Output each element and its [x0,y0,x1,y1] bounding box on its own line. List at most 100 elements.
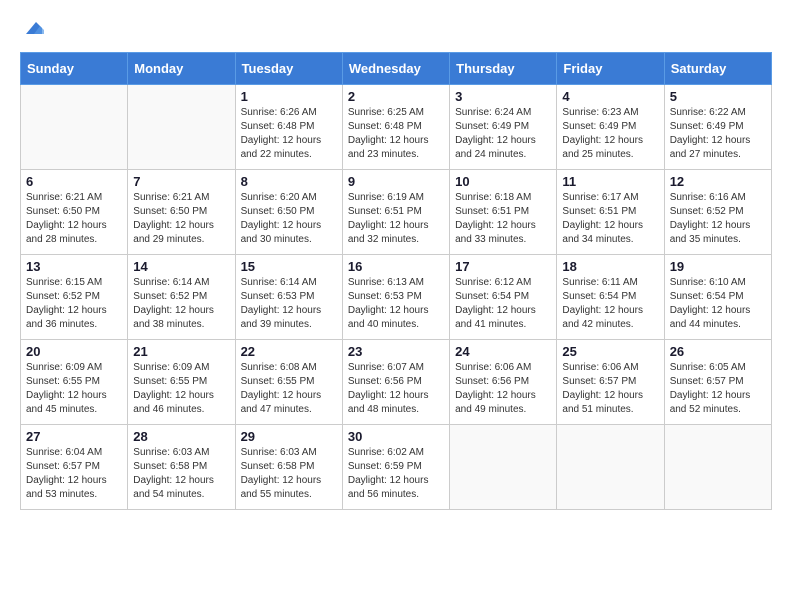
calendar-cell [557,425,664,510]
day-number: 26 [670,344,766,359]
day-info: Sunrise: 6:21 AM Sunset: 6:50 PM Dayligh… [26,191,122,247]
day-info: Sunrise: 6:08 AM Sunset: 6:55 PM Dayligh… [241,361,337,417]
day-number: 24 [455,344,551,359]
calendar-week-4: 20Sunrise: 6:09 AM Sunset: 6:55 PM Dayli… [21,340,772,425]
day-number: 23 [348,344,444,359]
calendar-cell: 24 Sunrise: 6:06 AM Sunset: 6:56 PM Dayli… [450,340,557,425]
calendar-table: SundayMondayTuesdayWednesdayThursdayFrid… [20,52,772,510]
day-info: Sunrise: 6:02 AM Sunset: 6:59 PM Dayligh… [348,446,444,502]
day-info: Sunrise: 6:03 AM Sunset: 6:58 PM Dayligh… [241,446,337,502]
calendar-week-5: 27Sunrise: 6:04 AM Sunset: 6:57 PM Dayli… [21,425,772,510]
day-info: Sunrise: 6:12 AM Sunset: 6:54 PM Dayligh… [455,276,551,332]
day-number: 5 [670,89,766,104]
day-info: Sunrise: 6:11 AM Sunset: 6:54 PM Dayligh… [562,276,658,332]
day-number: 16 [348,259,444,274]
calendar-cell [128,85,235,170]
day-info: Sunrise: 6:10 AM Sunset: 6:54 PM Dayligh… [670,276,766,332]
page-header [20,20,772,42]
day-header-sunday: Sunday [21,53,128,85]
day-number: 9 [348,174,444,189]
calendar-cell: 26 Sunrise: 6:05 AM Sunset: 6:57 PM Dayli… [664,340,771,425]
day-header-friday: Friday [557,53,664,85]
calendar-cell: 19 Sunrise: 6:10 AM Sunset: 6:54 PM Dayli… [664,255,771,340]
day-info: Sunrise: 6:23 AM Sunset: 6:49 PM Dayligh… [562,106,658,162]
calendar-week-1: 1 Sunrise: 6:26 AM Sunset: 6:48 PM Daylig… [21,85,772,170]
day-info: Sunrise: 6:26 AM Sunset: 6:48 PM Dayligh… [241,106,337,162]
day-number: 15 [241,259,337,274]
day-info: Sunrise: 6:06 AM Sunset: 6:56 PM Dayligh… [455,361,551,417]
calendar-cell: 25Sunrise: 6:06 AM Sunset: 6:57 PM Dayli… [557,340,664,425]
day-number: 17 [455,259,551,274]
day-number: 1 [241,89,337,104]
calendar-cell: 28 Sunrise: 6:03 AM Sunset: 6:58 PM Dayli… [128,425,235,510]
day-header-saturday: Saturday [664,53,771,85]
day-info: Sunrise: 6:09 AM Sunset: 6:55 PM Dayligh… [26,361,122,417]
day-info: Sunrise: 6:09 AM Sunset: 6:55 PM Dayligh… [133,361,229,417]
day-info: Sunrise: 6:16 AM Sunset: 6:52 PM Dayligh… [670,191,766,247]
calendar-cell: 1 Sunrise: 6:26 AM Sunset: 6:48 PM Daylig… [235,85,342,170]
day-number: 11 [562,174,658,189]
day-info: Sunrise: 6:07 AM Sunset: 6:56 PM Dayligh… [348,361,444,417]
day-number: 19 [670,259,766,274]
calendar-cell: 11 Sunrise: 6:17 AM Sunset: 6:51 PM Dayli… [557,170,664,255]
calendar-cell [664,425,771,510]
day-number: 12 [670,174,766,189]
calendar-cell: 4 Sunrise: 6:23 AM Sunset: 6:49 PM Daylig… [557,85,664,170]
day-number: 10 [455,174,551,189]
day-info: Sunrise: 6:20 AM Sunset: 6:50 PM Dayligh… [241,191,337,247]
calendar-cell: 16 Sunrise: 6:13 AM Sunset: 6:53 PM Dayli… [342,255,449,340]
day-info: Sunrise: 6:14 AM Sunset: 6:52 PM Dayligh… [133,276,229,332]
calendar-header: SundayMondayTuesdayWednesdayThursdayFrid… [21,53,772,85]
calendar-week-3: 13Sunrise: 6:15 AM Sunset: 6:52 PM Dayli… [21,255,772,340]
calendar-cell: 21Sunrise: 6:09 AM Sunset: 6:55 PM Dayli… [128,340,235,425]
calendar-cell: 30 Sunrise: 6:02 AM Sunset: 6:59 PM Dayli… [342,425,449,510]
day-number: 13 [26,259,122,274]
day-number: 22 [241,344,337,359]
day-info: Sunrise: 6:17 AM Sunset: 6:51 PM Dayligh… [562,191,658,247]
calendar-cell: 23 Sunrise: 6:07 AM Sunset: 6:56 PM Dayli… [342,340,449,425]
day-header-thursday: Thursday [450,53,557,85]
calendar-cell: 15 Sunrise: 6:14 AM Sunset: 6:53 PM Dayli… [235,255,342,340]
day-info: Sunrise: 6:25 AM Sunset: 6:48 PM Dayligh… [348,106,444,162]
calendar-cell: 12 Sunrise: 6:16 AM Sunset: 6:52 PM Dayli… [664,170,771,255]
day-info: Sunrise: 6:21 AM Sunset: 6:50 PM Dayligh… [133,191,229,247]
calendar-cell: 6 Sunrise: 6:21 AM Sunset: 6:50 PM Daylig… [21,170,128,255]
day-header-monday: Monday [128,53,235,85]
day-info: Sunrise: 6:24 AM Sunset: 6:49 PM Dayligh… [455,106,551,162]
calendar-cell: 8Sunrise: 6:20 AM Sunset: 6:50 PM Daylig… [235,170,342,255]
calendar-cell: 10 Sunrise: 6:18 AM Sunset: 6:51 PM Dayli… [450,170,557,255]
day-number: 4 [562,89,658,104]
logo-icon [22,16,44,38]
day-number: 29 [241,429,337,444]
calendar-cell: 5 Sunrise: 6:22 AM Sunset: 6:49 PM Daylig… [664,85,771,170]
calendar-cell: 3Sunrise: 6:24 AM Sunset: 6:49 PM Daylig… [450,85,557,170]
day-info: Sunrise: 6:22 AM Sunset: 6:49 PM Dayligh… [670,106,766,162]
day-info: Sunrise: 6:13 AM Sunset: 6:53 PM Dayligh… [348,276,444,332]
calendar-cell: 9 Sunrise: 6:19 AM Sunset: 6:51 PM Daylig… [342,170,449,255]
calendar-cell [21,85,128,170]
day-header-wednesday: Wednesday [342,53,449,85]
calendar-cell: 2Sunrise: 6:25 AM Sunset: 6:48 PM Daylig… [342,85,449,170]
calendar-cell: 22 Sunrise: 6:08 AM Sunset: 6:55 PM Dayli… [235,340,342,425]
day-number: 6 [26,174,122,189]
day-number: 18 [562,259,658,274]
day-number: 30 [348,429,444,444]
calendar-cell: 27Sunrise: 6:04 AM Sunset: 6:57 PM Dayli… [21,425,128,510]
day-info: Sunrise: 6:06 AM Sunset: 6:57 PM Dayligh… [562,361,658,417]
calendar-cell: 18 Sunrise: 6:11 AM Sunset: 6:54 PM Dayli… [557,255,664,340]
calendar-cell [450,425,557,510]
day-number: 7 [133,174,229,189]
calendar-cell: 7 Sunrise: 6:21 AM Sunset: 6:50 PM Daylig… [128,170,235,255]
calendar-cell: 29 Sunrise: 6:03 AM Sunset: 6:58 PM Dayli… [235,425,342,510]
day-info: Sunrise: 6:19 AM Sunset: 6:51 PM Dayligh… [348,191,444,247]
logo [20,20,44,42]
day-info: Sunrise: 6:14 AM Sunset: 6:53 PM Dayligh… [241,276,337,332]
calendar-cell: 17 Sunrise: 6:12 AM Sunset: 6:54 PM Dayli… [450,255,557,340]
day-info: Sunrise: 6:03 AM Sunset: 6:58 PM Dayligh… [133,446,229,502]
day-info: Sunrise: 6:05 AM Sunset: 6:57 PM Dayligh… [670,361,766,417]
day-info: Sunrise: 6:18 AM Sunset: 6:51 PM Dayligh… [455,191,551,247]
day-number: 14 [133,259,229,274]
calendar-cell: 14 Sunrise: 6:14 AM Sunset: 6:52 PM Dayli… [128,255,235,340]
day-number: 28 [133,429,229,444]
calendar-cell: 20Sunrise: 6:09 AM Sunset: 6:55 PM Dayli… [21,340,128,425]
